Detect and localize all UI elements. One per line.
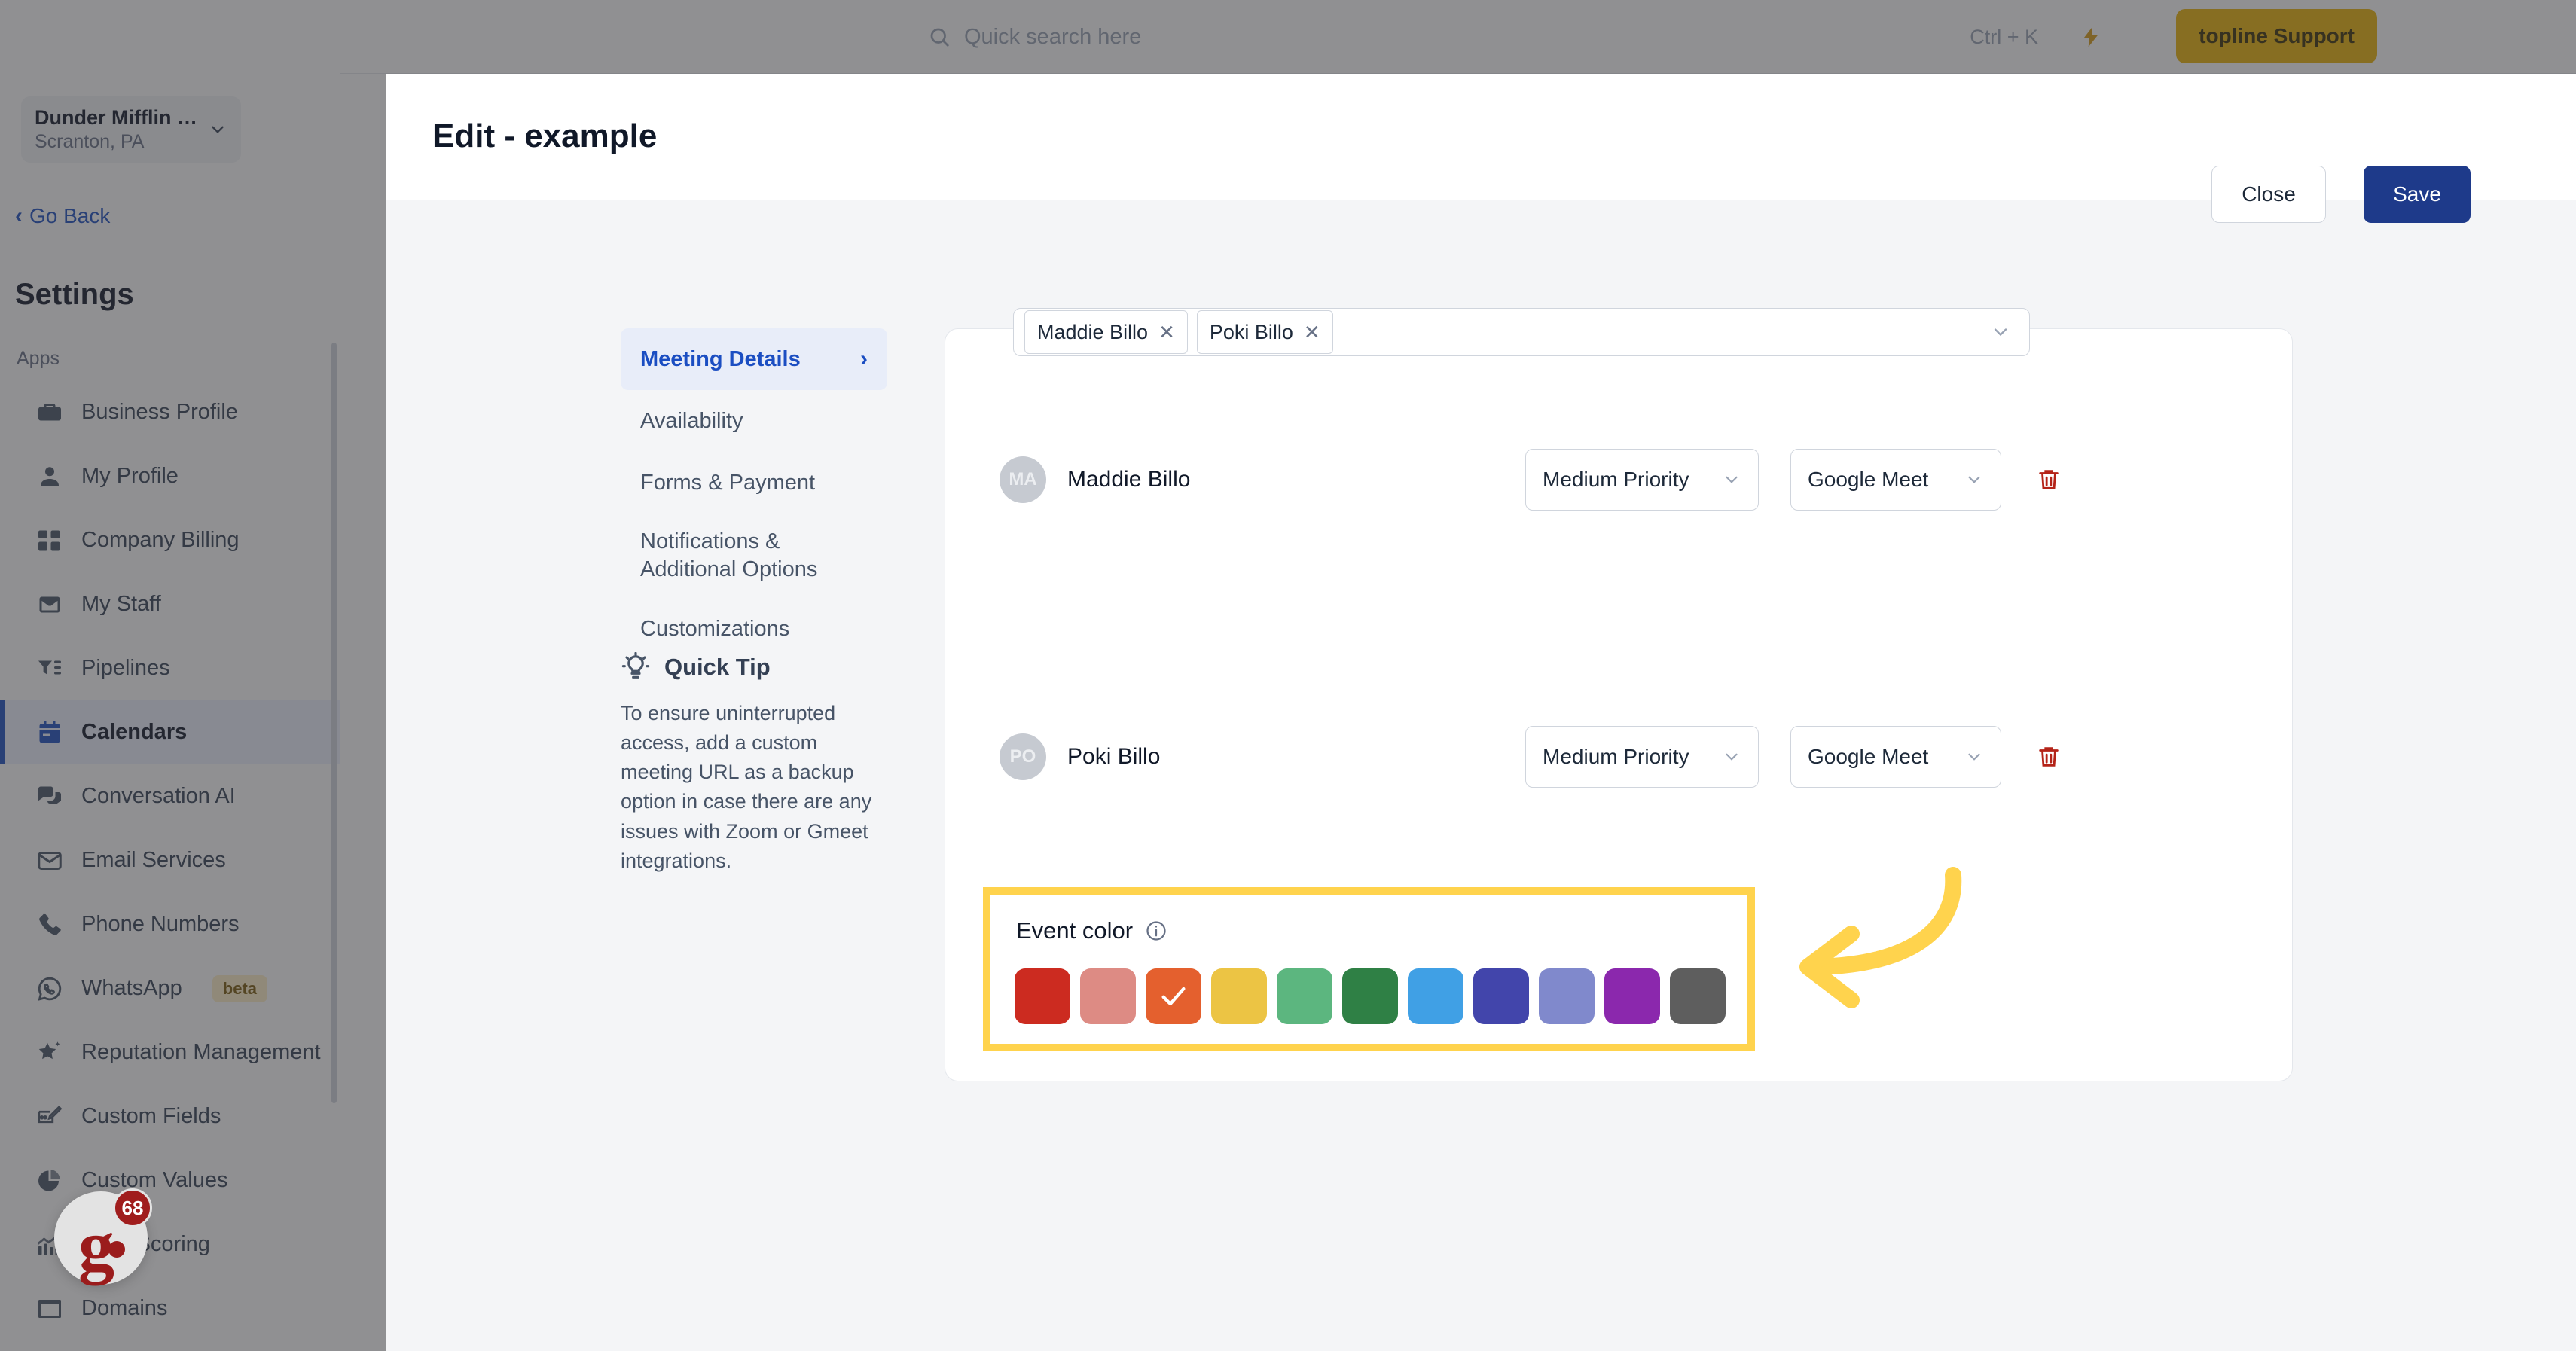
assignee-multiselect[interactable]: Maddie Billo ✕ Poki Billo ✕ bbox=[1013, 308, 2030, 356]
event-color-swatch-dark-green[interactable] bbox=[1342, 968, 1398, 1024]
table-row: MA Maddie Billo Medium Priority Google M… bbox=[945, 444, 2292, 516]
event-color-label-row: Event color bbox=[1016, 917, 1167, 944]
assignee-chip-label: Poki Billo bbox=[1209, 320, 1293, 343]
tab-label: Meeting Details bbox=[640, 346, 801, 371]
check-icon bbox=[1161, 987, 1186, 1006]
event-color-swatch-light-blue[interactable] bbox=[1408, 968, 1463, 1024]
widget-unread-count: 68 bbox=[113, 1188, 152, 1227]
info-icon[interactable] bbox=[1145, 919, 1167, 942]
meeting-location-value: Google Meet bbox=[1808, 468, 1929, 491]
quick-tip-title: Quick Tip bbox=[664, 654, 771, 680]
modal-title: Edit - example bbox=[432, 117, 658, 154]
priority-value: Medium Priority bbox=[1543, 468, 1689, 491]
assignee-chip[interactable]: Poki Billo ✕ bbox=[1196, 310, 1333, 354]
member-name: Maddie Billo bbox=[1067, 467, 1191, 492]
close-icon[interactable]: ✕ bbox=[1304, 321, 1320, 344]
table-row: PO Poki Billo Medium Priority Google Mee… bbox=[945, 721, 2292, 793]
chevron-down-icon bbox=[1726, 476, 1738, 483]
quick-tip-body: To ensure uninterrupted access, add a cu… bbox=[621, 702, 872, 872]
event-color-swatch-orange[interactable] bbox=[1146, 968, 1201, 1024]
event-color-swatch-list bbox=[1015, 968, 1726, 1024]
assignee-chip[interactable]: Maddie Billo ✕ bbox=[1024, 310, 1188, 354]
tab-meeting-details[interactable]: Meeting Details › bbox=[621, 328, 887, 390]
annotation-arrow-icon bbox=[1799, 867, 1962, 1008]
meeting-location-select[interactable]: Google Meet bbox=[1790, 449, 2001, 511]
avatar: MA bbox=[1000, 456, 1046, 503]
chevron-down-icon bbox=[1726, 753, 1738, 761]
avatar: PO bbox=[1000, 733, 1046, 780]
tab-label: Forms & Payment bbox=[640, 470, 816, 495]
tab-availability[interactable]: Availability bbox=[621, 390, 887, 452]
trash-icon[interactable] bbox=[2036, 743, 2062, 771]
tab-label: Customizations bbox=[640, 616, 790, 641]
meeting-location-value: Google Meet bbox=[1808, 745, 1929, 768]
chevron-down-icon bbox=[1968, 753, 1980, 761]
tab-customizations[interactable]: Customizations bbox=[621, 598, 887, 660]
member-name: Poki Billo bbox=[1067, 744, 1161, 769]
modal-header: Edit - example Close Save bbox=[386, 74, 2576, 223]
quick-tip: Quick Tip To ensure uninterrupted access… bbox=[621, 652, 874, 876]
edit-calendar-modal: Edit - example Close Save Meeting Detail… bbox=[386, 74, 2576, 1351]
priority-select[interactable]: Medium Priority bbox=[1525, 726, 1759, 788]
assignee-chip-label: Maddie Billo bbox=[1037, 320, 1149, 343]
tab-label: Availability bbox=[640, 408, 743, 433]
modal-body: Meeting Details › Availability Forms & P… bbox=[386, 200, 2576, 1351]
chevron-right-icon: › bbox=[860, 346, 868, 371]
close-icon[interactable]: ✕ bbox=[1158, 321, 1175, 344]
event-color-swatch-salmon[interactable] bbox=[1080, 968, 1136, 1024]
event-color-highlight: Event color bbox=[983, 887, 1755, 1051]
widget-logo-dot bbox=[108, 1241, 125, 1258]
trash-icon[interactable] bbox=[2036, 465, 2062, 494]
meeting-location-select[interactable]: Google Meet bbox=[1790, 726, 2001, 788]
priority-value: Medium Priority bbox=[1543, 745, 1689, 768]
tab-notifications-additional-options[interactable]: Notifications & Additional Options bbox=[621, 514, 887, 598]
event-color-swatch-light-green[interactable] bbox=[1277, 968, 1332, 1024]
modal-tab-list: Meeting Details › Availability Forms & P… bbox=[621, 328, 887, 660]
event-color-swatch-gray[interactable] bbox=[1670, 968, 1726, 1024]
support-chat-widget[interactable]: g 68 bbox=[54, 1188, 152, 1285]
tab-forms-payment[interactable]: Forms & Payment bbox=[621, 452, 887, 514]
event-color-swatch-purple[interactable] bbox=[1604, 968, 1660, 1024]
event-color-swatch-indigo[interactable] bbox=[1473, 968, 1529, 1024]
event-color-label: Event color bbox=[1016, 917, 1134, 944]
event-color-swatch-red[interactable] bbox=[1015, 968, 1070, 1024]
chevron-down-icon bbox=[1968, 476, 1980, 483]
lightbulb-icon bbox=[621, 652, 650, 679]
event-color-swatch-periwinkle[interactable] bbox=[1539, 968, 1595, 1024]
tab-label: Notifications & Additional Options bbox=[640, 529, 818, 581]
event-color-swatch-yellow[interactable] bbox=[1211, 968, 1267, 1024]
chevron-down-icon[interactable] bbox=[1990, 322, 2011, 343]
priority-select[interactable]: Medium Priority bbox=[1525, 449, 1759, 511]
